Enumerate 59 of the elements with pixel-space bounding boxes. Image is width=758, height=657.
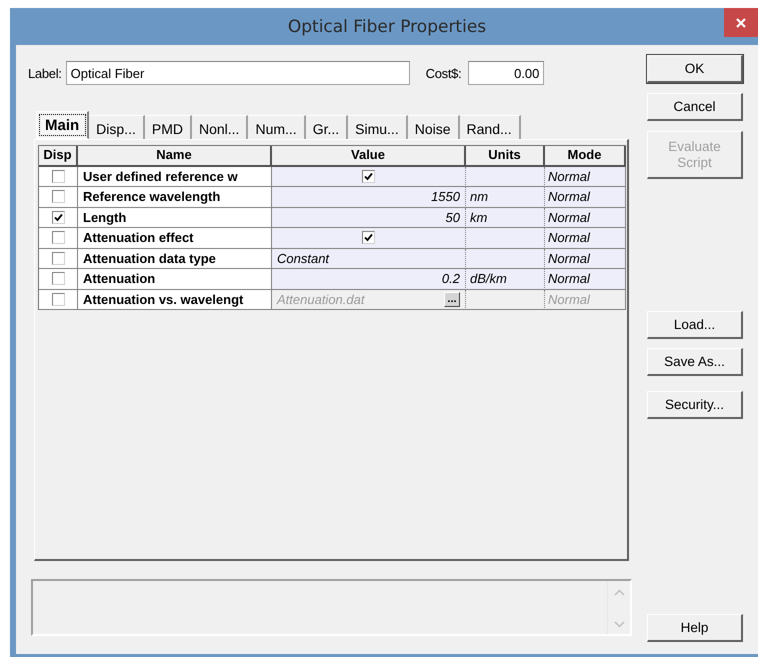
tab[interactable]: Simu... bbox=[348, 115, 408, 139]
tab[interactable]: Rand... bbox=[460, 115, 521, 139]
dialog-button[interactable]: Load... bbox=[647, 311, 743, 339]
table-cell[interactable]: 1550 bbox=[272, 187, 466, 208]
tab[interactable]: Num... bbox=[248, 115, 306, 139]
checkbox[interactable] bbox=[52, 210, 64, 224]
table-cell: Reference wavelength bbox=[78, 187, 272, 208]
table-cell[interactable]: 0.2 bbox=[272, 269, 466, 290]
column-header[interactable]: Units bbox=[466, 146, 545, 166]
column-header[interactable]: Disp bbox=[39, 146, 78, 166]
table-cell: dB/km bbox=[466, 269, 545, 290]
cost-field[interactable]: 0.00 bbox=[468, 61, 544, 85]
dialog-button[interactable]: Cancel bbox=[647, 93, 743, 121]
column-header[interactable]: Mode bbox=[545, 146, 626, 166]
table-cell: User defined reference w bbox=[78, 166, 272, 187]
table-cell: Normal bbox=[545, 228, 626, 248]
table-cell: Attenuation effect bbox=[78, 228, 272, 248]
dialog-button[interactable]: Security... bbox=[647, 391, 743, 419]
table-cell[interactable] bbox=[272, 228, 466, 248]
table-cell[interactable]: Constant bbox=[272, 248, 466, 269]
tab[interactable]: Gr... bbox=[306, 115, 348, 139]
table-cell: km bbox=[466, 208, 545, 228]
checkbox[interactable] bbox=[52, 190, 64, 204]
label-caption: Label: bbox=[28, 66, 62, 80]
table-cell: Normal bbox=[545, 208, 626, 228]
close-button[interactable] bbox=[724, 8, 758, 37]
checkbox[interactable] bbox=[362, 170, 375, 183]
table-cell: Length bbox=[78, 208, 272, 228]
table-cell: Normal bbox=[545, 269, 626, 290]
column-header[interactable]: Name bbox=[78, 146, 272, 166]
tab[interactable]: Main bbox=[36, 111, 90, 139]
checkbox[interactable] bbox=[52, 231, 64, 244]
table-cell: Normal bbox=[545, 248, 626, 269]
tab[interactable]: PMD bbox=[144, 115, 192, 139]
table-cell: Attenuation bbox=[78, 269, 272, 290]
tab[interactable]: Noise bbox=[408, 115, 460, 139]
checkbox[interactable] bbox=[52, 252, 64, 265]
checkbox[interactable] bbox=[52, 272, 64, 286]
checkbox[interactable] bbox=[362, 231, 375, 244]
file-name: Attenuation.dat bbox=[277, 292, 364, 307]
cost-caption: Cost$: bbox=[426, 66, 462, 80]
table-cell[interactable] bbox=[272, 166, 466, 187]
window-title: Optical Fiber Properties bbox=[288, 16, 486, 36]
label-field[interactable]: Optical Fiber bbox=[66, 61, 410, 85]
checkbox[interactable] bbox=[52, 170, 64, 183]
table-cell: Normal bbox=[545, 290, 626, 310]
tab[interactable]: Nonl... bbox=[192, 115, 248, 139]
table-cell: Attenuation data type bbox=[78, 248, 272, 269]
table-cell: nm bbox=[466, 187, 545, 208]
tab[interactable]: Disp... bbox=[89, 115, 145, 139]
table-cell[interactable]: 50 bbox=[272, 208, 466, 228]
dialog-button[interactable]: Save As... bbox=[647, 348, 743, 376]
dialog-button[interactable]: OK bbox=[647, 55, 743, 83]
table-cell: Normal bbox=[545, 187, 626, 208]
table-cell: Attenuation vs. wavelengt bbox=[78, 290, 272, 310]
close-icon bbox=[735, 16, 747, 28]
dialog-button[interactable]: Help bbox=[647, 614, 743, 642]
column-header[interactable]: Value bbox=[272, 146, 466, 166]
table-cell: Normal bbox=[545, 166, 626, 187]
